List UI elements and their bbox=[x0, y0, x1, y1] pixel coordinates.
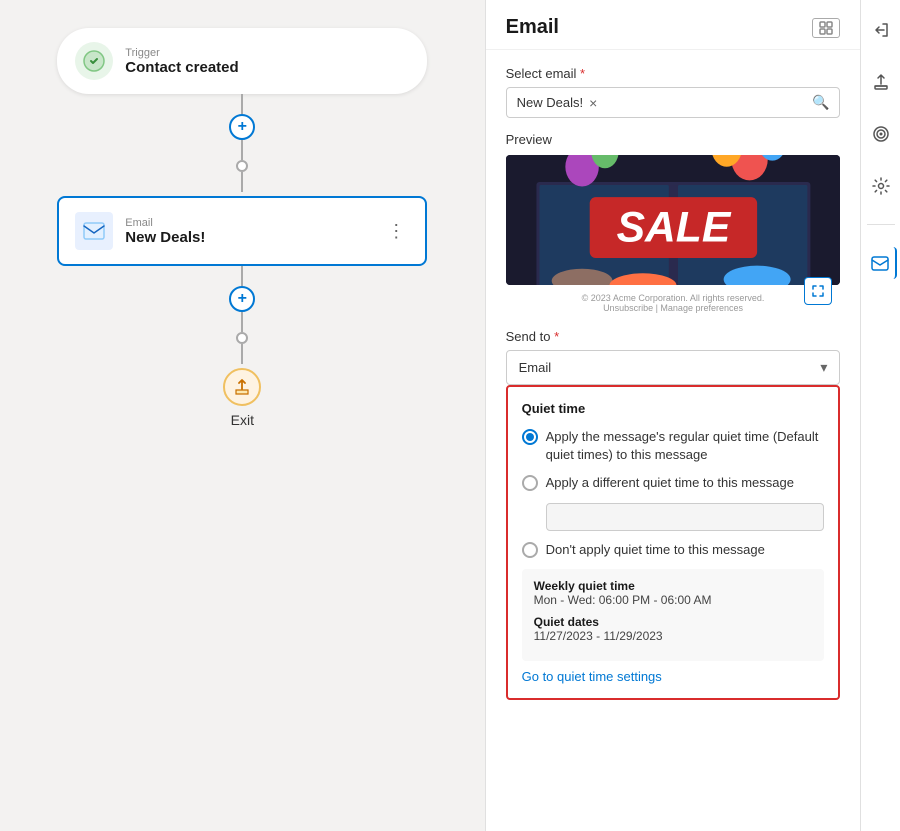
workflow-canvas: Trigger Contact created + Email New Deal… bbox=[0, 0, 485, 831]
preview-caption: © 2023 Acme Corporation. All rights rese… bbox=[506, 293, 841, 313]
send-to-value: Email bbox=[519, 360, 552, 375]
email-tag-chip: New Deals! × bbox=[517, 95, 598, 111]
preview-container: SALE © 2023 Acme Corporation bbox=[506, 155, 841, 313]
add-step-button-1[interactable]: + bbox=[229, 114, 255, 140]
connector-line-4 bbox=[241, 266, 243, 286]
dates-value: 11/27/2023 - 11/29/2023 bbox=[534, 629, 813, 643]
quiet-time-option-1[interactable]: Apply the message's regular quiet time (… bbox=[522, 428, 825, 464]
send-to-dropdown[interactable]: Email ▾ bbox=[506, 350, 841, 385]
email-tag-input[interactable]: New Deals! × 🔍 bbox=[506, 87, 841, 118]
connector-circle-2 bbox=[236, 332, 248, 344]
right-panel-header: Email bbox=[486, 0, 861, 50]
select-email-label: Select email * bbox=[506, 66, 841, 81]
weekly-label: Weekly quiet time bbox=[534, 579, 813, 593]
trigger-icon bbox=[75, 42, 113, 80]
trigger-title: Contact created bbox=[125, 59, 238, 76]
expand-button[interactable] bbox=[812, 18, 840, 38]
send-to-label: Send to * bbox=[506, 329, 841, 344]
panel-title: Email bbox=[506, 16, 559, 39]
settings-icon[interactable] bbox=[865, 170, 897, 202]
go-to-quiet-time-link[interactable]: Go to quiet time settings bbox=[522, 669, 825, 684]
quiet-time-title: Quiet time bbox=[522, 401, 825, 416]
email-node-menu[interactable]: ⋮ bbox=[383, 217, 409, 246]
trigger-node[interactable]: Trigger Contact created bbox=[57, 28, 427, 94]
right-panel: Email Select email * New Deals! × 🔍 Prev… bbox=[485, 0, 861, 831]
quiet-time-option-3-text: Don't apply quiet time to this message bbox=[546, 541, 765, 559]
connector-line-5 bbox=[241, 312, 243, 332]
remove-tag-button[interactable]: × bbox=[589, 95, 597, 111]
exit-node: Exit bbox=[223, 368, 261, 428]
connector-line-2 bbox=[241, 140, 243, 160]
radio-option-1[interactable] bbox=[522, 429, 538, 445]
exit-icon bbox=[223, 368, 261, 406]
radio-option-2[interactable] bbox=[522, 475, 538, 491]
quiet-dates-row: Quiet dates 11/27/2023 - 11/29/2023 bbox=[534, 615, 813, 643]
connector-line-1 bbox=[241, 94, 243, 114]
quiet-time-option-2-text: Apply a different quiet time to this mes… bbox=[546, 474, 794, 492]
sale-banner: SALE bbox=[506, 155, 841, 285]
quiet-time-section: Quiet time Apply the message's regular q… bbox=[506, 385, 841, 700]
dates-label: Quiet dates bbox=[534, 615, 813, 629]
add-step-button-2[interactable]: + bbox=[229, 286, 255, 312]
radio-option-3[interactable] bbox=[522, 542, 538, 558]
quiet-time-input[interactable] bbox=[546, 503, 825, 531]
export-icon[interactable] bbox=[865, 66, 897, 98]
email-sidebar-icon[interactable] bbox=[865, 247, 897, 279]
connector-circle-1 bbox=[236, 160, 248, 172]
chevron-down-icon: ▾ bbox=[820, 359, 827, 376]
tag-value: New Deals! bbox=[517, 95, 583, 110]
required-star-email: * bbox=[580, 66, 585, 81]
connector-line-6 bbox=[241, 344, 243, 364]
weekly-quiet-time-row: Weekly quiet time Mon - Wed: 06:00 PM - … bbox=[534, 579, 813, 607]
exit-label: Exit bbox=[231, 412, 254, 428]
required-star-send: * bbox=[554, 329, 559, 344]
expand-preview-button[interactable] bbox=[804, 277, 832, 305]
email-node-text: Email New Deals! bbox=[125, 217, 371, 246]
quiet-time-option-3[interactable]: Don't apply quiet time to this message bbox=[522, 541, 825, 559]
preview-label: Preview bbox=[506, 132, 841, 147]
target-icon[interactable] bbox=[865, 118, 897, 150]
search-icon: 🔍 bbox=[812, 94, 829, 111]
trigger-text: Trigger Contact created bbox=[125, 47, 238, 76]
email-node-title: New Deals! bbox=[125, 229, 371, 246]
connector-line-3 bbox=[241, 172, 243, 192]
icon-sidebar bbox=[860, 0, 900, 831]
sidebar-divider bbox=[867, 224, 895, 225]
quiet-time-option-2[interactable]: Apply a different quiet time to this mes… bbox=[522, 474, 825, 492]
weekly-value: Mon - Wed: 06:00 PM - 06:00 AM bbox=[534, 593, 813, 607]
email-node[interactable]: Email New Deals! ⋮ bbox=[57, 196, 427, 266]
email-node-icon bbox=[75, 212, 113, 250]
email-node-label: Email bbox=[125, 217, 371, 229]
preview-image: SALE bbox=[506, 155, 841, 285]
login-icon[interactable] bbox=[865, 14, 897, 46]
svg-text:SALE: SALE bbox=[616, 203, 731, 251]
quiet-time-option-1-text: Apply the message's regular quiet time (… bbox=[546, 428, 825, 464]
quiet-time-info-box: Weekly quiet time Mon - Wed: 06:00 PM - … bbox=[522, 569, 825, 661]
right-panel-content: Select email * New Deals! × 🔍 Preview bbox=[486, 50, 861, 831]
trigger-label: Trigger bbox=[125, 47, 238, 59]
